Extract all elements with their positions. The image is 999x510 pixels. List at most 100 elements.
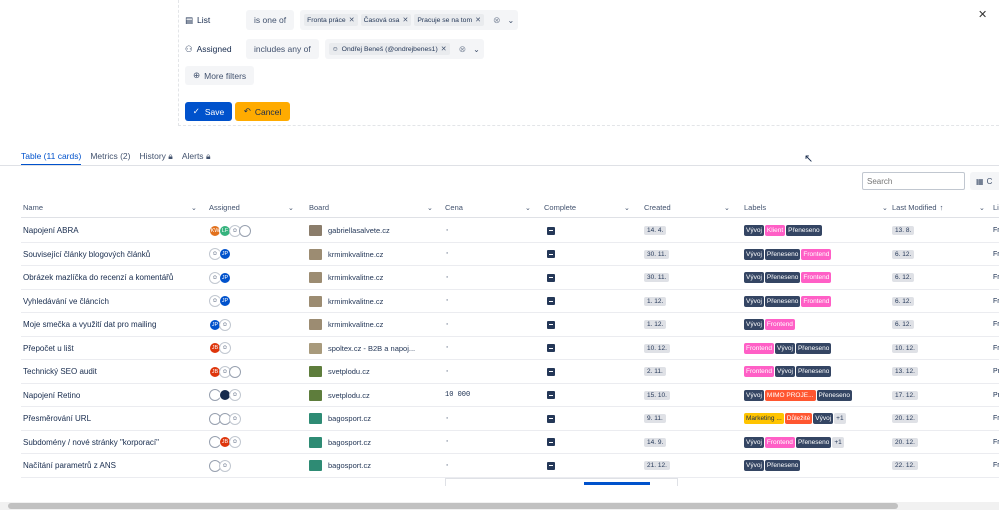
- operator-select[interactable]: includes any of: [246, 39, 319, 59]
- avatar[interactable]: ☺: [219, 318, 231, 331]
- chevron-down-icon[interactable]: ⌄: [288, 204, 294, 212]
- columns-button[interactable]: ▦ C: [970, 172, 999, 190]
- chevron-down-icon[interactable]: ⌄: [624, 204, 630, 212]
- board[interactable]: svetplodu.cz: [309, 384, 439, 407]
- col-name[interactable]: Name ⌄: [23, 203, 198, 212]
- card-name[interactable]: Přesměrování URL: [23, 407, 203, 430]
- assignees[interactable]: ☺: [209, 454, 299, 477]
- label-badge[interactable]: Přeneseno: [764, 248, 801, 260]
- label-badge[interactable]: Vývoj: [775, 366, 795, 377]
- scrollbar-thumb[interactable]: [8, 503, 898, 509]
- card-name[interactable]: Technický SEO audit: [23, 360, 203, 383]
- avatar[interactable]: [239, 224, 251, 237]
- complete-checkbox[interactable]: [547, 454, 567, 477]
- board[interactable]: krmimkvalitne.cz: [309, 290, 439, 313]
- label-badge[interactable]: Přeneseno: [795, 342, 832, 354]
- col-last-modified[interactable]: Last Modified ↑ ⌄: [892, 203, 987, 212]
- indeterminate-checkbox-icon[interactable]: [547, 273, 555, 282]
- labels[interactable]: Vývoj Přeneseno Frontend: [744, 290, 892, 313]
- label-badge[interactable]: MIMO PROJE...: [764, 389, 816, 401]
- assignees[interactable]: JB ☺: [209, 360, 299, 383]
- indeterminate-checkbox-icon[interactable]: [547, 367, 555, 376]
- table-row[interactable]: Moje smečka a využití dat pro mailing JP ☺…: [21, 313, 999, 337]
- assignees[interactable]: JB ☺: [209, 431, 299, 454]
- complete-checkbox[interactable]: [547, 219, 567, 242]
- card-name[interactable]: Obrázek mazlíčka do recenzí a komentářů: [23, 266, 203, 289]
- label-badge[interactable]: Marketing ...: [744, 413, 784, 424]
- avatar[interactable]: ☺: [229, 436, 241, 448]
- avatar[interactable]: JP: [219, 271, 231, 284]
- avatar[interactable]: ☺: [229, 389, 241, 401]
- board[interactable]: bagosport.cz: [309, 431, 439, 454]
- search-input[interactable]: [862, 172, 965, 190]
- labels[interactable]: Vývoj Frontend Přeneseno +1: [744, 431, 892, 454]
- assignees[interactable]: ☺ JP: [209, 243, 299, 266]
- card-name[interactable]: Napojení ABRA: [23, 219, 203, 242]
- assigned-values-select[interactable]: ☺ Ondřej Beneš (@ondrejbenes1) ✕ ⊗ ⌄: [324, 39, 484, 59]
- label-badge[interactable]: Frontend: [801, 272, 832, 283]
- close-icon[interactable]: ✕: [978, 8, 987, 21]
- remove-tag-icon[interactable]: ✕: [475, 16, 481, 24]
- table-row[interactable]: Vyhledávání ve článcích ☺ JP krmimkvalitne.…: [21, 290, 999, 313]
- label-badge[interactable]: Frontend: [744, 342, 775, 354]
- assignees[interactable]: JB ☺: [209, 337, 299, 360]
- label-badge[interactable]: Přeneseno: [764, 295, 801, 307]
- label-badge[interactable]: Přeneseno: [764, 272, 801, 283]
- operator-select[interactable]: is one of: [246, 10, 295, 30]
- label-badge[interactable]: Frontend: [764, 319, 795, 330]
- card-name[interactable]: Subdomény / nové stránky "korporací": [23, 431, 203, 454]
- label-badge[interactable]: +1: [832, 436, 844, 448]
- table-row[interactable]: Obrázek mazlíčka do recenzí a komentářů ☺…: [21, 266, 999, 290]
- complete-checkbox[interactable]: [547, 243, 567, 266]
- labels[interactable]: Vývoj MIMO PROJE... Přeneseno: [744, 384, 892, 407]
- col-list[interactable]: Li: [993, 203, 999, 212]
- board[interactable]: spoltex.cz - B2B a napoj...: [309, 337, 439, 360]
- labels[interactable]: Frontend Vývoj Přeneseno: [744, 337, 892, 360]
- board[interactable]: svetplodu.cz: [309, 360, 439, 383]
- chevron-down-icon[interactable]: ⌄: [191, 204, 197, 212]
- col-complete[interactable]: Complete ⌄: [544, 203, 634, 212]
- label-badge[interactable]: Přeneseno: [816, 389, 852, 401]
- label-badge[interactable]: Frontend: [801, 295, 832, 307]
- table-row[interactable]: Přesměrování URL ☺ bagosport.cz · 9. 11. Mark…: [21, 407, 999, 431]
- label-badge[interactable]: Přeneseno: [795, 366, 832, 377]
- tab-history[interactable]: History 🔒︎: [139, 151, 172, 166]
- remove-tag-icon[interactable]: ✕: [349, 16, 355, 24]
- indeterminate-checkbox-icon[interactable]: [547, 226, 555, 235]
- table-row[interactable]: Technický SEO audit JB ☺ svetplodu.cz · 2. 11…: [21, 360, 999, 384]
- chevron-down-icon[interactable]: ⌄: [724, 204, 730, 212]
- indeterminate-checkbox-icon[interactable]: [547, 320, 555, 329]
- col-cena[interactable]: Cena ⌄: [445, 203, 535, 212]
- labels[interactable]: Vývoj Přeneseno: [744, 454, 892, 477]
- label-badge[interactable]: Důležité: [784, 413, 813, 424]
- clear-icon[interactable]: ⊗: [459, 44, 467, 55]
- chevron-down-icon[interactable]: ⌄: [979, 204, 985, 212]
- indeterminate-checkbox-icon[interactable]: [547, 438, 555, 446]
- card-name[interactable]: Související články blogových článků: [23, 243, 203, 266]
- board[interactable]: krmimkvalitne.cz: [309, 243, 439, 266]
- label-badge[interactable]: Frontend: [764, 436, 795, 448]
- complete-checkbox[interactable]: [547, 384, 567, 407]
- horizontal-scrollbar[interactable]: [0, 502, 999, 510]
- table-row[interactable]: Přepočet u lišt JB ☺ spoltex.cz - B2B a nap…: [21, 337, 999, 360]
- label-badge[interactable]: +1: [834, 413, 846, 424]
- table-row[interactable]: Související články blogových článků ☺ JP kr…: [21, 243, 999, 266]
- complete-checkbox[interactable]: [547, 337, 567, 360]
- remove-tag-icon[interactable]: ✕: [402, 16, 408, 24]
- indeterminate-checkbox-icon[interactable]: [547, 414, 555, 423]
- complete-checkbox[interactable]: [547, 431, 567, 454]
- label-badge[interactable]: Přeneseno: [795, 436, 832, 448]
- chevron-down-icon[interactable]: ⌄: [508, 16, 515, 25]
- assignees[interactable]: ☺ JP: [209, 266, 299, 289]
- assignees[interactable]: ☺ JP: [209, 290, 299, 313]
- indeterminate-checkbox-icon[interactable]: [547, 297, 555, 305]
- label-badge[interactable]: Přeneseno: [764, 460, 801, 471]
- complete-checkbox[interactable]: [547, 313, 567, 336]
- label-badge[interactable]: Vývoj: [744, 295, 764, 307]
- label-badge[interactable]: Vývoj: [744, 272, 764, 283]
- save-button[interactable]: ✓ Save: [185, 102, 232, 121]
- indeterminate-checkbox-icon[interactable]: [547, 344, 555, 352]
- label-badge[interactable]: Vývoj: [744, 436, 764, 448]
- table-row[interactable]: Napojení Retino ☺ svetplodu.cz 10 000 15. 10…: [21, 384, 999, 407]
- label-badge[interactable]: Vývoj: [775, 342, 795, 354]
